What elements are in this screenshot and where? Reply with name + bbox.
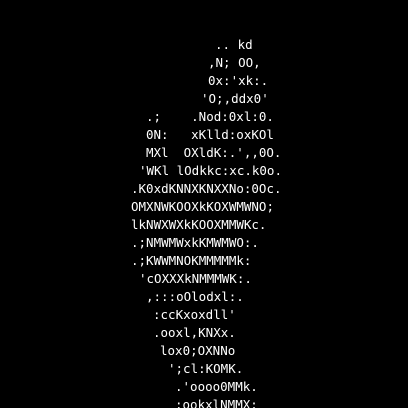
ascii-art-line: .'oooo0MMk. (175, 379, 258, 394)
ascii-art-line: lox0;OXNNo (160, 343, 236, 358)
ascii-art-line: 'cOXXXkNMMMWK:. (139, 271, 252, 286)
ascii-art-line: OMXNWKOOXkKOXWMWNO; (131, 199, 274, 214)
ascii-art-line: .. kd (215, 37, 253, 52)
ascii-art-line: .;NMWMWxkKMWMWO:. (131, 235, 259, 250)
ascii-art-line: 'WKl lOdkkc:xc.k0o. (139, 163, 282, 178)
ascii-art-line: .;KWWMNOKMMMMMk: (131, 253, 252, 268)
ascii-art-line: 0x:'xk:. (208, 73, 269, 88)
ascii-art-line: :ookxlNMMX: (175, 397, 258, 408)
ascii-art-line: MXl OXldK:.',,0O. (146, 145, 282, 160)
ascii-art-line: lkNWXWXkKOOXMMWKc. (131, 217, 267, 232)
ascii-art-line: :ccKxoxdll' (153, 307, 236, 322)
ascii-art-line: ,N; OO, (208, 55, 261, 70)
ascii-art-line: .K0xdKNNXKNXXNo:0Oc. (131, 181, 282, 196)
ascii-art-line: .ooxl,KNXx. (153, 325, 236, 340)
ascii-art-line: 'O;,ddx0' (201, 91, 269, 106)
ascii-art-line: 0N: xKlld:oxKOl (146, 127, 274, 142)
ascii-art-line: ,:::oOlodxl:. (146, 289, 244, 304)
terminal-canvas: .. kd ,N; OO, 0x:'xk:. 'O;,ddx0' .; .Nod… (0, 0, 408, 408)
ascii-art-line: .; .Nod:0xl:0. (146, 109, 274, 124)
ascii-art-line: ';cl:KOMK. (168, 361, 244, 376)
